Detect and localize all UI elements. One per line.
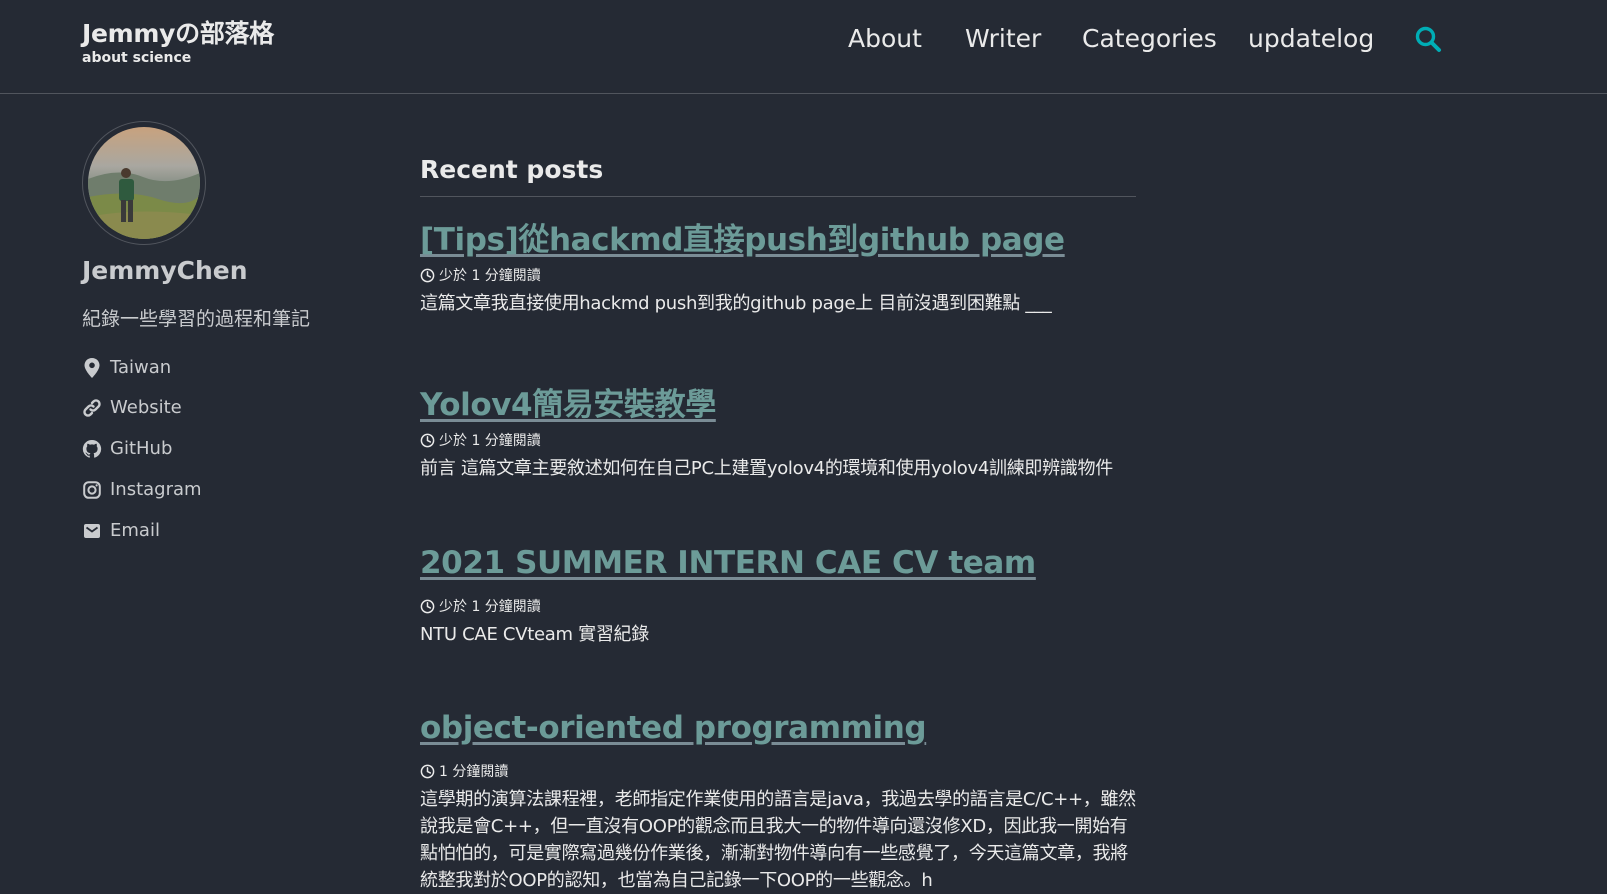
instagram-label: Instagram: [110, 479, 202, 500]
author-email-link[interactable]: Email: [82, 520, 160, 541]
post-title-text: Yolov4簡易安裝教學: [420, 387, 716, 423]
clock-icon: [420, 599, 435, 613]
nav-about[interactable]: About: [848, 24, 922, 53]
map-marker-icon: [82, 357, 102, 378]
post-title-link[interactable]: [Tips]從hackmd直接push到github page: [420, 214, 1065, 259]
recent-posts-heading: Recent posts: [420, 155, 604, 184]
search-icon: [1415, 26, 1441, 52]
post-title-text: 2021 SUMMER INTERN CAE CV team: [420, 545, 1036, 581]
author-instagram-link[interactable]: Instagram: [82, 479, 202, 500]
nav-updatelog[interactable]: updatelog: [1248, 24, 1374, 53]
author-github-link[interactable]: GitHub: [82, 438, 172, 459]
envelope-icon: [82, 521, 102, 541]
post-title-text: object-oriented programming: [420, 710, 927, 746]
nav-categories[interactable]: Categories: [1082, 24, 1217, 53]
post-excerpt: 這篇文章我直接使用hackmd push到我的github page上 目前沒遇…: [420, 293, 1052, 314]
masthead: Jemmyの部落格 about science About Writer Cat…: [0, 0, 1607, 94]
post-title-link[interactable]: object-oriented programming: [420, 710, 927, 746]
clock-icon: [420, 433, 435, 447]
read-time-text: 少於 1 分鐘閱讀: [439, 433, 541, 449]
post-title-link[interactable]: 2021 SUMMER INTERN CAE CV team: [420, 545, 1036, 581]
nav-writer[interactable]: Writer: [965, 24, 1041, 53]
site-title[interactable]: Jemmyの部落格: [82, 14, 274, 50]
author-name: JemmyChen: [82, 256, 248, 285]
post-title-link[interactable]: Yolov4簡易安裝教學: [420, 379, 716, 424]
email-label: Email: [110, 520, 160, 541]
avatar-frame: [82, 121, 206, 245]
post-excerpt: 這學期的演算法課程裡，老師指定作業使用的語言是java，我過去學的語言是C/C+…: [420, 789, 1136, 891]
website-label: Website: [110, 397, 182, 418]
avatar: [88, 127, 200, 239]
clock-icon: [420, 764, 435, 778]
clock-icon: [420, 268, 435, 282]
author-location: Taiwan: [82, 357, 171, 378]
post-read-time: 少於 1 分鐘閱讀: [420, 596, 541, 616]
read-time-text: 少於 1 分鐘閱讀: [439, 268, 541, 284]
post-title-text: [Tips]從hackmd直接push到github page: [420, 222, 1065, 258]
post-read-time: 1 分鐘閱讀: [420, 761, 508, 781]
search-button[interactable]: [1414, 25, 1444, 55]
post-excerpt: 前言 這篇文章主要敘述如何在自己PC上建置yolov4的環境和使用yolov4訓…: [420, 458, 1113, 479]
author-bio: 紀錄一些學習的過程和筆記: [82, 308, 311, 330]
link-icon: [82, 398, 102, 418]
read-time-text: 1 分鐘閱讀: [439, 764, 509, 780]
github-icon: [82, 439, 102, 459]
instagram-icon: [82, 480, 102, 500]
read-time-text: 少於 1 分鐘閱讀: [439, 599, 541, 615]
post-read-time: 少於 1 分鐘閱讀: [420, 265, 541, 285]
site-subtitle: about science: [82, 50, 192, 66]
author-website-link[interactable]: Website: [82, 397, 182, 418]
post-excerpt: NTU CAE CVteam 實習紀錄: [420, 624, 649, 645]
post-read-time: 少於 1 分鐘閱讀: [420, 430, 541, 450]
github-label: GitHub: [110, 438, 173, 459]
location-label: Taiwan: [110, 357, 172, 378]
heading-divider: [420, 196, 1136, 197]
